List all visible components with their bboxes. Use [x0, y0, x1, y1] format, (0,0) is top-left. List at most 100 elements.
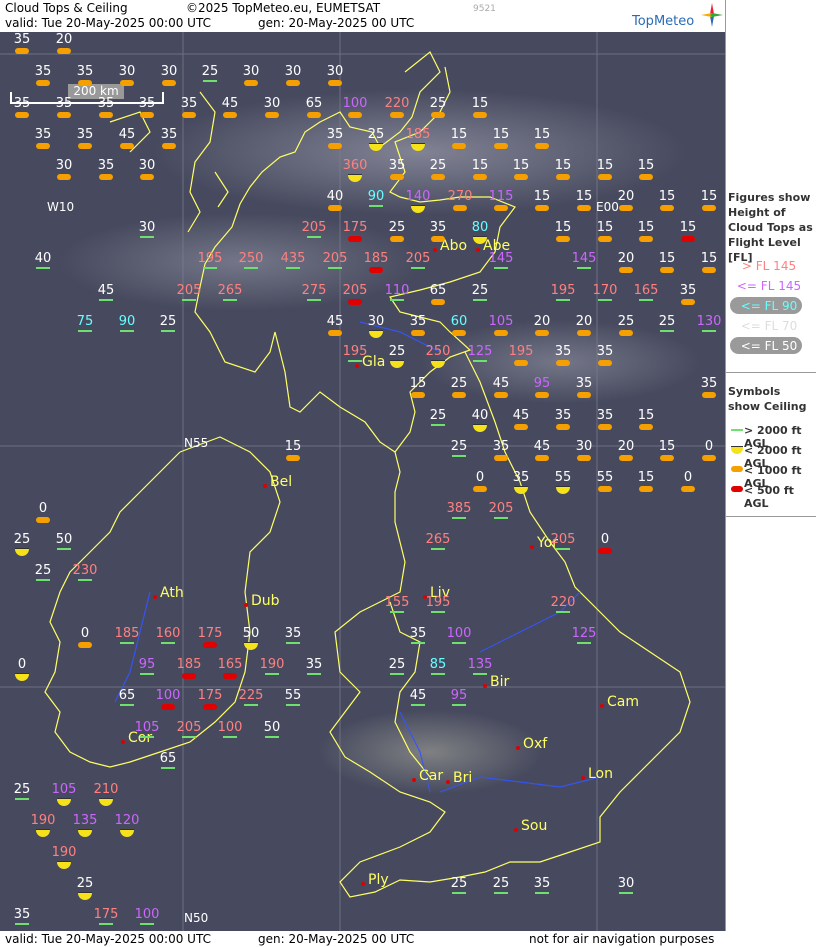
ceiling-symbol-orange: [431, 174, 445, 180]
city-cam: Cam: [600, 694, 639, 710]
cloud-top-value: 220: [384, 96, 410, 111]
ceiling-symbol-red: [369, 267, 383, 273]
cloud-top-value: 165: [633, 283, 659, 298]
cloud-top-value: 20: [617, 439, 635, 454]
footer-gen: gen: 20-May-2025 00 UTC: [258, 932, 415, 946]
cloud-top-value: 40: [34, 251, 52, 266]
ceiling-symbol-bar: [57, 548, 71, 550]
cloud-top-value: 15: [637, 408, 655, 423]
cloud-top-value: 145: [488, 251, 514, 266]
cloud-top-value: 205: [176, 283, 202, 298]
cloud-top-value: 95: [533, 376, 551, 391]
ceiling-symbol-bar: [348, 360, 362, 362]
cloud-top-value: 50: [242, 626, 260, 641]
ceiling-symbol-red: [203, 642, 217, 648]
ceiling-symbol-orange: [556, 424, 570, 430]
city-name: Dub: [251, 593, 280, 609]
cloud-top-value: 35: [284, 626, 302, 641]
cloud-top-value: 15: [596, 220, 614, 235]
cloud-top-value: 15: [471, 158, 489, 173]
cloud-top-value: 25: [13, 532, 31, 547]
cloud-top-value: 105: [51, 782, 77, 797]
cloud-top-value: 0: [80, 626, 90, 641]
city-name: Sou: [521, 818, 548, 834]
cloud-top-value: 265: [217, 283, 243, 298]
legend-swatch-bar: [731, 429, 743, 431]
cloud-top-value: 435: [280, 251, 306, 266]
cloud-top-value: 100: [342, 96, 368, 111]
city-marker-icon: [581, 776, 585, 780]
ceiling-symbol-bar: [431, 424, 445, 426]
ceiling-symbol-orange: [639, 236, 653, 242]
header-bar: Cloud Tops & Ceiling ©2025 TopMeteo.eu, …: [0, 0, 725, 32]
cloud-top-value: 30: [617, 876, 635, 891]
cloud-top-value: 20: [55, 32, 73, 47]
cloud-top-value: 205: [301, 220, 327, 235]
cloud-top-value: 30: [138, 158, 156, 173]
ceiling-symbol-bar: [307, 673, 321, 675]
ceiling-symbol-orange: [598, 236, 612, 242]
cloud-top-value: 65: [429, 283, 447, 298]
cloud-top-value: 35: [305, 657, 323, 672]
ceiling-symbol-bar: [15, 923, 29, 925]
cloud-top-value: 35: [97, 96, 115, 111]
ceiling-symbol-red: [598, 548, 612, 554]
ceiling-symbol-orange: [182, 112, 196, 118]
ceiling-symbol-bar: [473, 299, 487, 301]
ceiling-symbol-orange: [619, 330, 633, 336]
cloud-top-value: 35: [554, 408, 572, 423]
legend-divider-bottom: [726, 516, 816, 517]
city-marker-icon: [361, 882, 365, 886]
cloud-top-value: 105: [488, 314, 514, 329]
ceiling-symbol-bar: [494, 267, 508, 269]
cloud-top-value: 125: [467, 344, 493, 359]
ceiling-symbol-bar: [140, 236, 154, 238]
ceiling-symbol-bar: [182, 736, 196, 738]
cloud-top-value: 25: [34, 563, 52, 578]
cloud-top-value: 25: [429, 96, 447, 111]
cloud-top-value: 40: [471, 408, 489, 423]
ceiling-symbol-orange: [660, 455, 674, 461]
ceiling-symbol-bar: [452, 704, 466, 706]
cloud-top-value: 45: [533, 439, 551, 454]
ceiling-symbol-orange: [681, 299, 695, 305]
cloud-top-value: 35: [34, 127, 52, 142]
cloud-top-value: 20: [533, 314, 551, 329]
ceiling-symbol-bar: [411, 704, 425, 706]
cloud-top-value: 35: [97, 158, 115, 173]
ceiling-symbol-orange: [15, 48, 29, 54]
ceiling-symbol-orange: [577, 205, 591, 211]
legend-fl-item: <= FL 70: [740, 319, 798, 333]
cloud-top-value: 250: [425, 344, 451, 359]
ceiling-symbol-bar: [556, 548, 570, 550]
ceiling-symbol-orange: [535, 392, 549, 398]
ceiling-symbol-bar: [120, 642, 134, 644]
cloud-top-value: 185: [176, 657, 202, 672]
cloud-top-value: 35: [679, 283, 697, 298]
cloud-top-value: 195: [550, 283, 576, 298]
cloud-map: 200 km W10 E00 N55 N50 Abo Abe Gla Bel Yor At…: [0, 32, 725, 931]
cloud-top-value: 15: [700, 251, 718, 266]
cloud-top-value: 135: [467, 657, 493, 672]
city-marker-icon: [153, 595, 157, 599]
cloud-top-value: 15: [284, 439, 302, 454]
cloud-top-value: 100: [446, 626, 472, 641]
england-coast: [329, 351, 691, 898]
ceiling-symbol-bar: [473, 673, 487, 675]
city-name: Lon: [588, 766, 613, 782]
ceiling-symbol-orange: [702, 205, 716, 211]
cloud-top-value: 50: [263, 720, 281, 735]
cloud-top-value: 190: [259, 657, 285, 672]
ceiling-symbol-bar: [161, 767, 175, 769]
cloud-top-value: 30: [326, 64, 344, 79]
cloud-top-value: 205: [488, 501, 514, 516]
city-ply: Ply: [361, 872, 389, 888]
cloud-top-value: 15: [512, 158, 530, 173]
city-marker-icon: [530, 545, 534, 549]
ceiling-symbol-bar: [390, 611, 404, 613]
ceiling-symbol-bar: [203, 80, 217, 82]
cloud-top-value: 25: [429, 158, 447, 173]
cloud-top-value: 0: [17, 657, 27, 672]
cloud-top-value: 25: [492, 876, 510, 891]
cloud-top-value: 15: [700, 189, 718, 204]
